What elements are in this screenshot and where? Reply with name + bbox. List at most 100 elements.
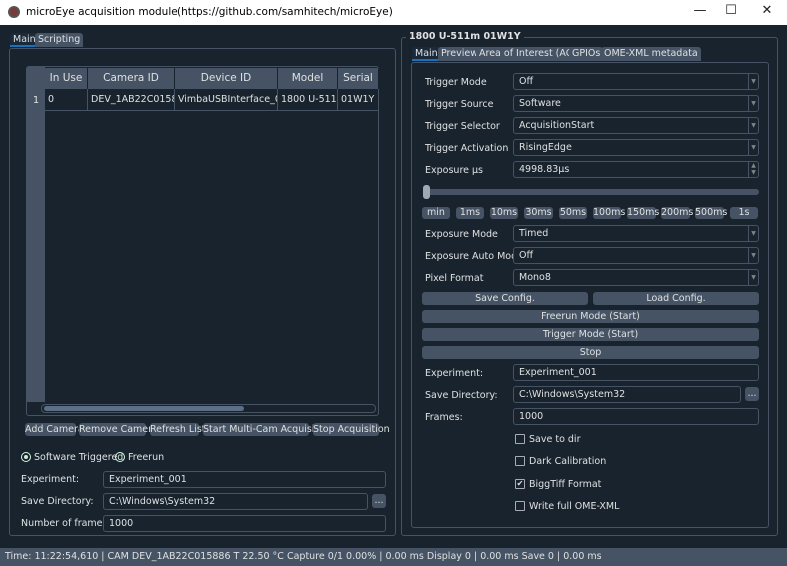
title-bar: microEye acquisition module (https://git…	[0, 0, 787, 25]
cam-browse-button[interactable]: ...	[745, 387, 759, 401]
chevron-down-icon: ▼	[748, 118, 758, 133]
preset-min-button[interactable]: min	[422, 207, 450, 219]
row-index: 1	[32, 95, 40, 106]
trigger-selector-value: AcquisitionStart	[519, 120, 595, 131]
freerun-start-button[interactable]: Freerun Mode (Start)	[422, 310, 759, 323]
chevron-down-icon: ▼	[748, 226, 758, 241]
tab-gpios[interactable]: GPIOs	[569, 47, 604, 61]
exposure-spinbox[interactable]: 4998.83µs ▲ ▼	[513, 161, 759, 178]
checkbox-2[interactable]: ✔	[515, 478, 525, 489]
pixel-format-select[interactable]: Mono8 ▼	[513, 269, 759, 286]
cam-save-directory-input[interactable]: C:\Windows\System32	[513, 386, 741, 403]
frames-input[interactable]: 1000	[103, 515, 386, 532]
scrollbar-thumb[interactable]	[44, 406, 244, 411]
cell-camera-id[interactable]: DEV_1AB22C015886	[88, 89, 175, 111]
software-triggered-label: Software Triggered	[34, 452, 124, 463]
spin-arrows-icon[interactable]: ▲ ▼	[748, 162, 758, 177]
trigger-start-button[interactable]: Trigger Mode (Start)	[422, 328, 759, 341]
save-directory-label: Save Directory:	[21, 496, 94, 507]
checkbox-3[interactable]	[515, 500, 525, 511]
chevron-down-icon: ▼	[748, 270, 758, 285]
close-button[interactable]: ✕	[752, 3, 782, 18]
col-serial[interactable]: Serial	[338, 68, 379, 89]
pixel-format-label: Pixel Format	[425, 273, 484, 284]
preset-150ms-button[interactable]: 150ms	[627, 207, 659, 219]
refresh-list-button[interactable]: Refresh List	[150, 423, 206, 436]
horizontal-scrollbar[interactable]	[41, 404, 376, 413]
slider-handle[interactable]	[423, 185, 430, 199]
preset-30ms-button[interactable]: 30ms	[524, 207, 553, 219]
exposure-auto-label: Exposure Auto Mode	[425, 251, 523, 262]
trigger-source-value: Software	[519, 98, 561, 109]
cell-in-use[interactable]: 0	[45, 89, 88, 111]
col-model[interactable]: Model	[278, 68, 338, 89]
preset-1s-button[interactable]: 1s	[730, 207, 758, 219]
cam-frames-input[interactable]: 1000	[513, 408, 759, 425]
cam-save-directory-label: Save Directory:	[425, 390, 498, 401]
cam-frames-label: Frames:	[425, 412, 463, 423]
trigger-selector-select[interactable]: AcquisitionStart ▼	[513, 117, 759, 134]
tab-scripting[interactable]: Scripting	[35, 33, 84, 47]
remove-camera-button[interactable]: Remove Camera	[79, 423, 158, 436]
status-bar: Time: 11:22:54,610 | CAM DEV_1AB22C01588…	[0, 548, 787, 566]
cell-serial[interactable]: 01W1Y	[338, 89, 379, 111]
pixel-format-value: Mono8	[519, 272, 551, 283]
browse-button[interactable]: ...	[372, 494, 386, 508]
trigger-mode-value: Off	[519, 76, 534, 87]
trigger-selector-label: Trigger Selector	[425, 121, 500, 132]
checkbox-0[interactable]	[515, 434, 525, 444]
checkbox-label: Write full OME-XML	[529, 500, 620, 512]
row-header-column	[27, 67, 45, 402]
freerun-radio[interactable]	[115, 452, 125, 462]
exposure-auto-select[interactable]: Off ▼	[513, 247, 759, 264]
trigger-activation-select[interactable]: RisingEdge ▼	[513, 139, 759, 156]
experiment-input[interactable]: Experiment_001	[103, 471, 386, 488]
maximize-button[interactable]: ☐	[716, 3, 746, 18]
preset-50ms-button[interactable]: 50ms	[559, 207, 587, 219]
tab-camera-main[interactable]: Main	[412, 47, 441, 61]
cell-model[interactable]: 1800 U-511m	[278, 89, 338, 111]
col-camera-id[interactable]: Camera ID	[88, 68, 175, 89]
tab-preview[interactable]: Preview	[438, 47, 481, 61]
experiment-label: Experiment:	[21, 474, 80, 485]
camera-group-title: 1800 U-511m 01W1Y	[406, 31, 524, 42]
exposure-slider[interactable]	[423, 185, 759, 199]
trigger-activation-value: RisingEdge	[519, 142, 572, 153]
frames-label: Number of frames:	[21, 518, 111, 529]
preset-1ms-button[interactable]: 1ms	[456, 207, 484, 219]
cam-experiment-input[interactable]: Experiment_001	[513, 364, 759, 381]
app-icon	[8, 6, 20, 18]
chevron-down-icon: ▼	[748, 96, 758, 111]
window-title: microEye acquisition module	[26, 6, 178, 18]
checkbox-label: BiggTiff Format	[529, 478, 602, 490]
software-triggered-radio[interactable]	[21, 452, 31, 462]
checkbox-label: Save to dir	[529, 434, 581, 445]
stop-acquisition-button[interactable]: Stop Acquisition	[313, 423, 390, 436]
trigger-activation-label: Trigger Activation	[425, 143, 509, 154]
tab-ome-xml[interactable]: OME-XML metadata	[601, 47, 701, 61]
exposure-mode-select[interactable]: Timed ▼	[513, 225, 759, 242]
trigger-source-select[interactable]: Software ▼	[513, 95, 759, 112]
minimize-button[interactable]: —	[685, 3, 715, 18]
chevron-down-icon: ▼	[748, 140, 758, 155]
preset-500ms-button[interactable]: 500ms	[695, 207, 727, 219]
cell-device-id[interactable]: VimbaUSBInterface_0x0	[175, 89, 278, 111]
load-config-button[interactable]: Load Config.	[593, 292, 759, 305]
window-url: (https://github.com/samhitech/microEye)	[177, 6, 393, 18]
add-camera-button[interactable]: Add Camera	[25, 423, 84, 436]
stop-button[interactable]: Stop	[422, 346, 759, 359]
trigger-mode-select[interactable]: Off ▼	[513, 73, 759, 90]
checkbox-1[interactable]	[515, 456, 525, 467]
cam-experiment-label: Experiment:	[425, 368, 484, 379]
col-device-id[interactable]: Device ID	[175, 68, 278, 89]
save-config-button[interactable]: Save Config.	[422, 292, 588, 305]
save-directory-input[interactable]: C:\Windows\System32	[103, 493, 368, 510]
col-in-use[interactable]: In Use	[45, 68, 88, 89]
start-multicam-button[interactable]: Start Multi-Cam Acquisition	[203, 423, 333, 436]
preset-10ms-button[interactable]: 10ms	[490, 207, 518, 219]
exposure-mode-label: Exposure Mode	[425, 229, 498, 240]
preset-100ms-button[interactable]: 100ms	[593, 207, 625, 219]
tab-aoi[interactable]: Area of Interest (AOI)	[476, 47, 583, 61]
preset-200ms-button[interactable]: 200ms	[661, 207, 693, 219]
chevron-down-icon: ▼	[748, 248, 758, 263]
